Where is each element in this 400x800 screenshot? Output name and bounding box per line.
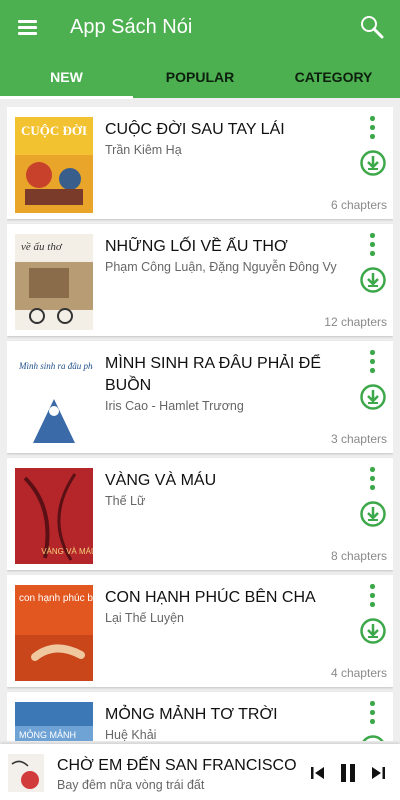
tab-new[interactable]: NEW	[0, 54, 133, 100]
app-bar: App Sách Nói NEW POPULAR CATEGORY	[0, 0, 400, 100]
cover-text: Mình sinh ra đâu phải để buồn	[18, 361, 93, 371]
book-cover: con hạnh phúc bên cha	[15, 585, 93, 681]
book-title: MỎNG MẢNH TƠ TRỜI	[105, 706, 278, 723]
cover-text: về ấu thơ	[21, 241, 63, 253]
skip-previous-icon[interactable]	[308, 762, 326, 784]
book-author: Thế Lữ	[105, 494, 146, 508]
book-title: NHỮNG LỐI VỀ ẤU THƠ	[105, 238, 288, 255]
chapter-count: 3 chapters	[330, 432, 387, 446]
download-icon[interactable]	[359, 383, 387, 411]
chapter-count: 4 chapters	[330, 666, 387, 680]
more-vert-icon[interactable]	[361, 349, 383, 377]
book-card[interactable]: Mình sinh ra đâu phải để buồn MÌNH SINH …	[7, 341, 393, 453]
book-title: CUỘC ĐỜI SAU TAY LÁI	[105, 121, 285, 138]
book-cover: về ấu thơ	[15, 234, 93, 330]
player-title: CHỜ EM ĐẾN SAN FRANCISCO	[57, 757, 297, 774]
more-vert-icon[interactable]	[361, 583, 383, 611]
more-vert-icon[interactable]	[361, 115, 383, 143]
book-title: MÌNH SINH RA ĐÂU PHẢI ĐỂ BUỒN	[105, 355, 322, 394]
book-title: CON HẠNH PHÚC BÊN CHA	[105, 589, 316, 606]
book-title: VÀNG VÀ MÁU	[105, 472, 217, 489]
cover-text: MỎNG MẢNH	[19, 729, 76, 740]
mini-player[interactable]: CHỜ EM ĐẾN SAN FRANCISCO Bay đêm nữa vòn…	[0, 744, 400, 800]
tab-bar: NEW POPULAR CATEGORY	[0, 54, 400, 100]
tab-indicator	[0, 96, 133, 99]
download-icon[interactable]	[359, 266, 387, 294]
chapter-count: 12 chapters	[324, 315, 387, 329]
book-cover: CUỘC ĐỜI	[15, 117, 93, 213]
more-vert-icon[interactable]	[361, 466, 383, 494]
book-author: Iris Cao - Hamlet Trương	[105, 399, 244, 413]
book-card[interactable]: con hạnh phúc bên cha CON HẠNH PHÚC BÊN …	[7, 575, 393, 687]
player-subtitle: Bay đêm nữa vòng trái đất	[57, 778, 205, 792]
book-author: Lại Thế Luyện	[105, 611, 184, 625]
download-icon[interactable]	[359, 149, 387, 177]
book-cover: Mình sinh ra đâu phải để buồn	[15, 351, 93, 447]
tab-category[interactable]: CATEGORY	[267, 54, 400, 100]
more-vert-icon[interactable]	[361, 232, 383, 260]
book-cover: VÀNG VÀ MÁU	[15, 468, 93, 564]
book-author: Phạm Công Luận, Đặng Nguyễn Đông Vy	[105, 260, 337, 274]
download-icon[interactable]	[359, 617, 387, 645]
book-cover: MỎNG MẢNH	[15, 702, 93, 741]
pause-icon[interactable]	[337, 762, 359, 784]
more-vert-icon[interactable]	[361, 700, 383, 728]
book-card[interactable]: CUỘC ĐỜI CUỘC ĐỜI SAU TAY LÁI Trần Kiêm …	[7, 107, 393, 219]
download-icon[interactable]	[359, 500, 387, 528]
player-cover	[8, 754, 44, 792]
cover-text: CUỘC ĐỜI	[21, 123, 87, 138]
chapter-count: 8 chapters	[330, 549, 387, 563]
cover-text: con hạnh phúc bên cha	[19, 593, 93, 604]
book-author: Huệ Khải	[105, 728, 157, 741]
skip-next-icon[interactable]	[370, 762, 388, 784]
tab-popular[interactable]: POPULAR	[133, 54, 267, 100]
book-list[interactable]: CUỘC ĐỜI CUỘC ĐỜI SAU TAY LÁI Trần Kiêm …	[7, 107, 393, 741]
book-card[interactable]: về ấu thơ NHỮNG LỐI VỀ ẤU THƠ Phạm Công …	[7, 224, 393, 336]
cover-text: VÀNG VÀ MÁU	[41, 547, 93, 556]
app-title: App Sách Nói	[70, 16, 193, 38]
book-card[interactable]: VÀNG VÀ MÁU VÀNG VÀ MÁU Thế Lữ 8 chapter…	[7, 458, 393, 570]
menu-icon[interactable]	[10, 12, 46, 42]
search-icon[interactable]	[356, 12, 390, 44]
download-icon[interactable]	[359, 734, 387, 741]
book-card[interactable]: MỎNG MẢNH MỎNG MẢNH TƠ TRỜI Huệ Khải	[7, 692, 393, 741]
chapter-count: 6 chapters	[330, 198, 387, 212]
book-author: Trần Kiêm Hạ	[105, 143, 182, 157]
